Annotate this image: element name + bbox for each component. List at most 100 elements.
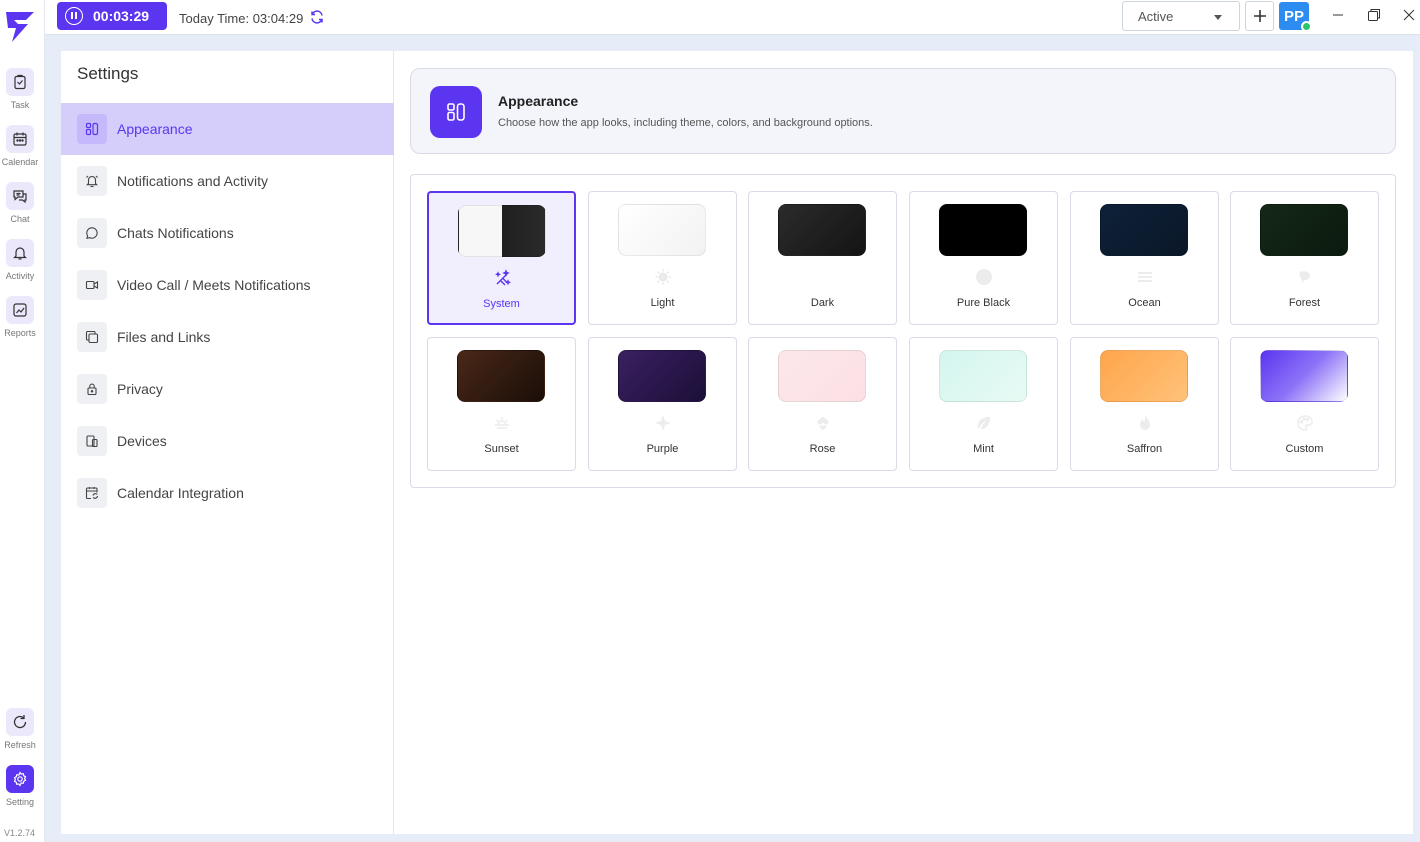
calendar-icon [6,125,34,153]
theme-swatch-ocean [1100,204,1188,256]
theme-swatch-dark [778,204,866,256]
rail-label-chat: Chat [10,214,30,224]
theme-tile-rose[interactable]: Rose [748,337,897,471]
appearance-icon [430,86,482,138]
sunset-icon [492,413,512,433]
circle-icon [974,267,994,287]
menu-item-privacy[interactable]: Privacy [61,363,394,415]
theme-tile-dark[interactable]: Dark [748,191,897,325]
menu-item-appearance[interactable]: Appearance [61,103,394,155]
theme-tile-mint[interactable]: Mint [909,337,1058,471]
menu-item-chats-notifications[interactable]: Chats Notifications [61,207,394,259]
bell-icon [77,166,107,196]
theme-grid: System Light Dark Pure Black Ocean Fores… [410,174,1396,488]
online-status-dot [1301,21,1312,32]
minimize-icon [1333,14,1343,16]
timer-button[interactable]: 00:03:29 [57,2,167,30]
theme-swatch-system [458,205,546,257]
page-title: Appearance [498,93,579,109]
rail-item-calendar[interactable]: Calendar [0,125,40,167]
theme-tile-purple[interactable]: Purple [588,337,737,471]
theme-label-custom: Custom [1285,443,1324,455]
theme-tile-light[interactable]: Light [588,191,737,325]
menu-label-calendar-integration: Calendar Integration [117,485,244,501]
left-rail: Task Calendar Chat Activity Reports Refr… [0,0,45,842]
theme-tile-custom[interactable]: Custom [1230,337,1379,471]
theme-tile-system[interactable]: System [427,191,576,325]
menu-label-video-call: Video Call / Meets Notifications [117,277,311,293]
menu-item-video-call[interactable]: Video Call / Meets Notifications [61,259,394,311]
theme-tile-sunset[interactable]: Sunset [427,337,576,471]
rail-item-setting[interactable]: Setting [0,765,40,807]
leaf-icon [1295,267,1315,287]
rail-label-activity: Activity [5,271,35,281]
rail-label-setting: Setting [5,797,35,807]
settings-title: Settings [77,64,139,83]
gear-icon [6,765,34,793]
pause-icon [65,7,83,25]
app-logo [4,10,36,49]
theme-swatch-pure-black [939,204,1027,256]
devices-icon [77,426,107,456]
theme-swatch-light [618,204,706,256]
today-time: Today Time: 03:04:29 [179,9,325,28]
menu-item-notifications[interactable]: Notifications and Activity [61,155,394,207]
theme-swatch-saffron [1100,350,1188,402]
theme-label-saffron: Saffron [1126,443,1163,455]
menu-item-calendar-integration[interactable]: Calendar Integration [61,467,394,519]
theme-swatch-rose [778,350,866,402]
restore-button[interactable] [1364,5,1384,25]
status-dropdown[interactable]: Active [1122,1,1240,31]
menu-item-devices[interactable]: Devices [61,415,394,467]
chat-bubble-icon [77,218,107,248]
theme-label-system: System [483,298,520,310]
bell-icon [6,239,34,267]
rail-item-chat[interactable]: Chat [0,182,40,224]
theme-tile-pure-black[interactable]: Pure Black [909,191,1058,325]
menu-label-chats: Chats Notifications [117,225,234,241]
appearance-icon [77,114,107,144]
calendar-sync-icon [77,478,107,508]
reports-icon [6,296,34,324]
rail-item-task[interactable]: Task [0,68,40,110]
task-icon [6,68,34,96]
rail-item-reports[interactable]: Reports [0,296,40,338]
menu-label-files: Files and Links [117,329,211,345]
theme-label-forest: Forest [1288,297,1321,309]
avatar[interactable]: PP [1279,2,1312,32]
timer-elapsed: 00:03:29 [93,8,150,24]
theme-label-purple: Purple [646,443,679,455]
rail-label-calendar: Calendar [1,157,39,167]
mint-leaf-icon [974,413,994,433]
rail-item-activity[interactable]: Activity [0,239,40,281]
chevron-down-icon [1214,15,1222,20]
restore-icon [1368,9,1380,21]
theme-swatch-custom [1260,350,1348,402]
settings-panel: Settings Appearance Notifications and Ac… [61,51,394,834]
today-time-label: Today Time: 03:04:29 [179,11,304,26]
menu-label-privacy: Privacy [117,381,163,397]
menu-item-files-links[interactable]: Files and Links [61,311,394,363]
status-value: Active [1138,8,1174,24]
theme-swatch-purple [618,350,706,402]
theme-tile-forest[interactable]: Forest [1230,191,1379,325]
waves-icon [1135,267,1155,287]
moon-icon [813,267,833,287]
rail-item-refresh[interactable]: Refresh [0,708,40,750]
theme-tile-ocean[interactable]: Ocean [1070,191,1219,325]
sync-icon[interactable] [309,9,325,28]
minimize-button[interactable] [1328,5,1348,25]
plus-icon [1253,10,1266,22]
add-button[interactable] [1245,1,1274,31]
theme-swatch-sunset [457,350,545,402]
rail-label-refresh: Refresh [4,740,36,750]
flower-icon [813,413,833,433]
theme-tile-saffron[interactable]: Saffron [1070,337,1219,471]
menu-label-devices: Devices [117,433,167,449]
menu-label-appearance: Appearance [117,121,193,137]
theme-swatch-forest [1260,204,1348,256]
app-version: V1.2.74 [4,828,36,838]
video-icon [77,270,107,300]
close-button[interactable] [1399,5,1419,25]
magic-wand-icon [493,268,513,288]
